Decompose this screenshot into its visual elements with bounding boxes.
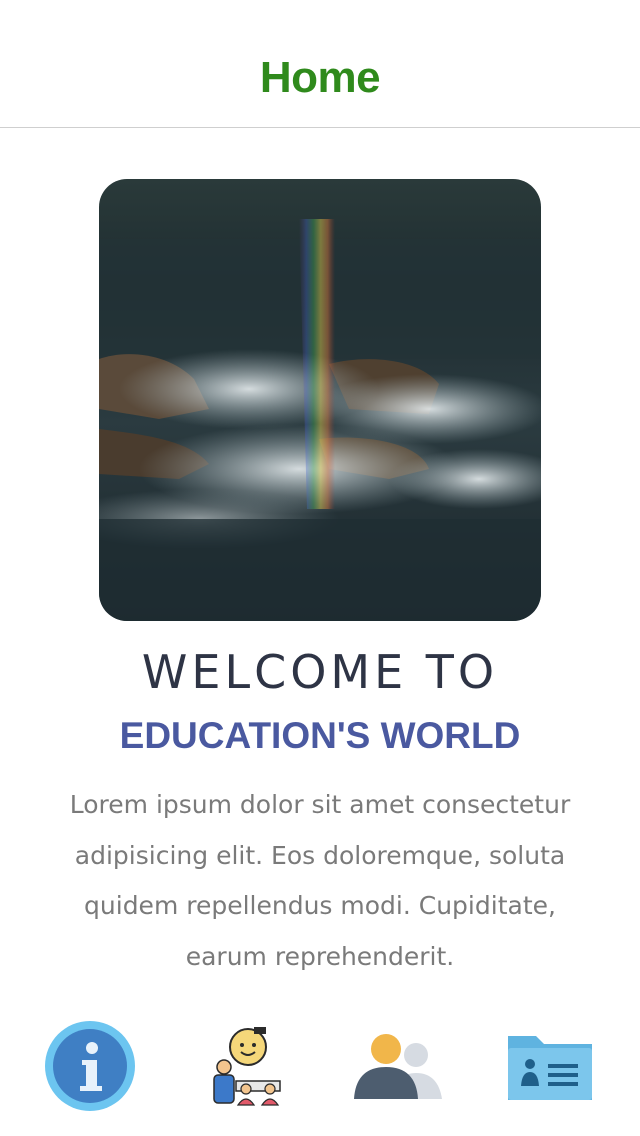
nav-item-classroom[interactable]: [193, 1018, 293, 1114]
welcome-heading: WELCOME TO: [141, 645, 499, 699]
nav-item-users[interactable]: [348, 1018, 448, 1114]
info-icon: [45, 1021, 135, 1111]
classroom-icon: [213, 1027, 281, 1106]
nav-item-contacts[interactable]: [500, 1018, 600, 1114]
hero-image: [99, 179, 541, 621]
nav-item-info[interactable]: [40, 1018, 140, 1114]
app-title: EDUCATION'S WORLD: [119, 715, 521, 756]
contact-card-icon: [508, 1036, 592, 1100]
home-screen: Home WELCOME TO EDUCATION'S WORLD Lorem …: [0, 0, 640, 1136]
header-bar: Home: [0, 0, 640, 128]
page-title: Home: [259, 52, 381, 102]
description-text: Lorem ipsum dolor sit amet consectetur a…: [69, 790, 571, 971]
users-icon: [354, 1034, 442, 1099]
bottom-nav: [0, 1018, 640, 1114]
